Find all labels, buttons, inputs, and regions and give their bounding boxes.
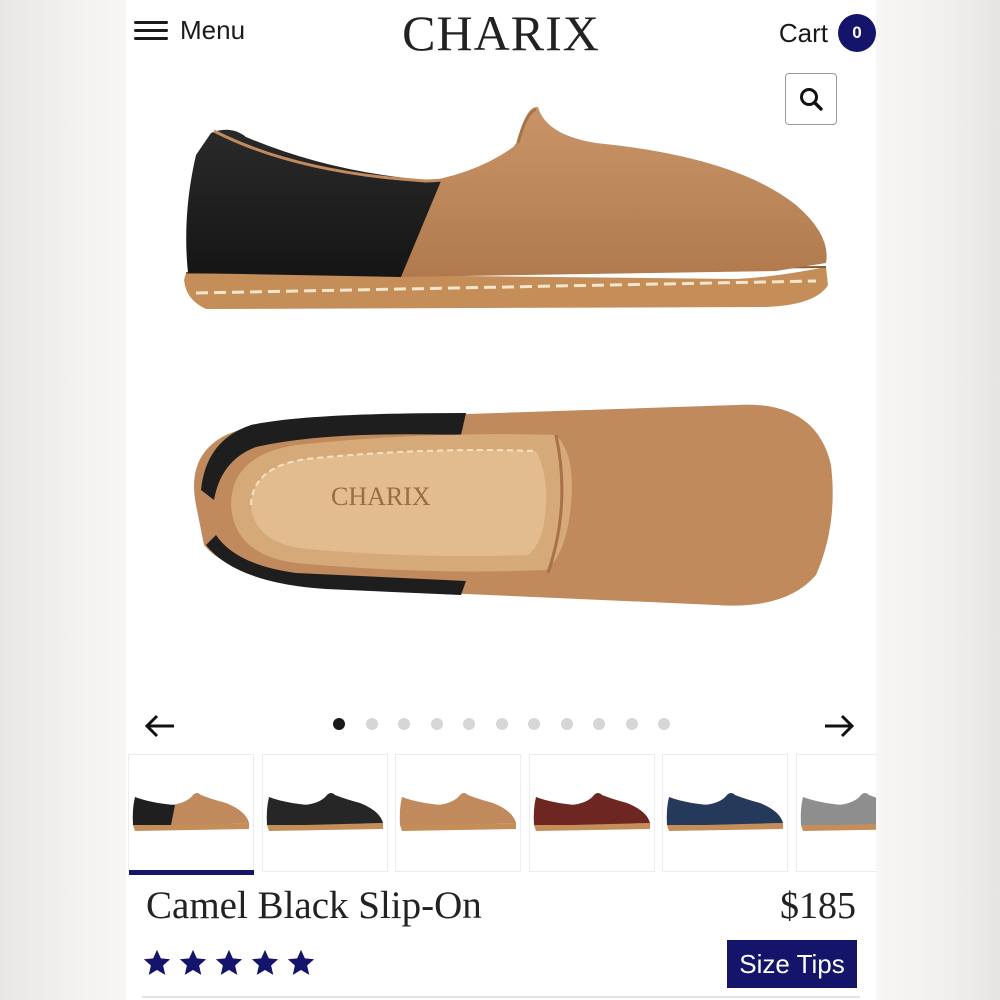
product-title: Camel Black Slip-On [146,884,482,927]
thumbnail-navy[interactable] [662,754,788,872]
thumbnail-camel[interactable] [395,754,521,872]
thumbnail-shoe-image [800,793,876,831]
shoe-side-view-image [184,106,828,309]
thumbnail-strip [126,754,876,874]
thumbnail-camel-black[interactable] [128,754,254,872]
carousel-dot[interactable] [495,718,508,730]
size-tips-button[interactable]: Size Tips [727,940,857,988]
carousel-dot[interactable] [365,718,378,730]
cart-label: Cart [778,17,828,48]
thumbnail-shoe-image [533,793,650,831]
star-icon [179,949,207,975]
carousel-dot[interactable] [398,718,410,730]
thumbnail-burgundy[interactable] [528,754,655,872]
carousel-dots [333,718,670,730]
thumbnail-shoe-image [132,793,249,831]
shoe-top-view-image: CHARIX [194,404,833,606]
carousel-dot[interactable] [528,718,540,730]
menu-button[interactable]: Menu [134,10,245,50]
star-icon [215,949,243,975]
divider [142,996,860,998]
cart-button[interactable]: Cart 0 [779,14,876,52]
thumbnail-black[interactable] [261,754,388,872]
selected-thumbnail-indicator [129,870,254,875]
star-icon [251,949,279,975]
carousel-dot[interactable] [658,718,670,730]
arrow-right-icon [825,714,855,738]
carousel-dot[interactable] [625,718,638,730]
carousel-dot[interactable] [333,718,345,730]
arrow-left-icon [144,714,174,738]
cart-count-badge: 0 [838,14,876,52]
thumbnail-shoe-image [399,793,516,831]
thumbnail-shoe-image [666,793,783,831]
menu-label: Menu [180,14,246,45]
carousel-dot[interactable] [560,718,573,730]
product-page: Menu CHARIX Cart 0 CHARIX Camel Black Sl… [126,0,876,1000]
hamburger-icon [134,17,168,43]
insole-logo: CHARIX [331,482,431,511]
star-icon [287,949,315,975]
next-image-button[interactable] [821,708,857,744]
previous-image-button[interactable] [142,708,178,744]
star-icon [143,949,171,975]
thumbnail-gray[interactable] [795,754,876,872]
carousel-dot[interactable] [463,718,475,730]
thumbnail-shoe-image [266,793,383,831]
product-price: $185 [780,885,856,927]
carousel-dot[interactable] [430,718,443,730]
rating-stars[interactable] [142,948,316,978]
carousel-dot[interactable] [593,718,605,730]
